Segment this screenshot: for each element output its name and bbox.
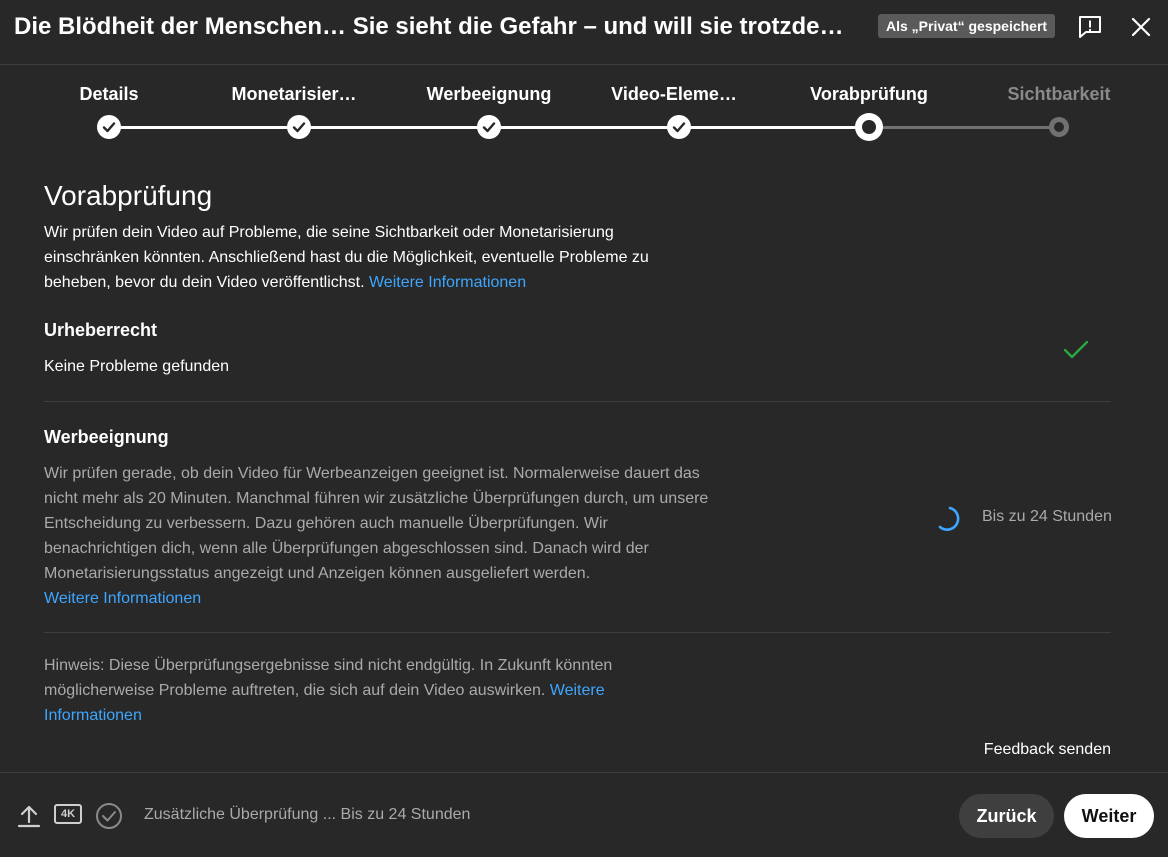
back-button[interactable]: Zurück: [959, 794, 1054, 838]
footer-status-text: Zusätzliche Überprüfung ... Bis zu 24 St…: [144, 806, 471, 823]
video-title: Die Blödheit der Menschen… Sie sieht die…: [14, 13, 864, 40]
note-text: Hinweis: Diese Überprüfungsergebnisse si…: [44, 653, 644, 728]
close-icon[interactable]: [1126, 12, 1156, 42]
ad-suitability-description: Wir prüfen gerade, ob dein Video für Wer…: [44, 465, 709, 582]
step-details-check-icon[interactable]: [97, 115, 121, 139]
dialog-header: Die Blödheit der Menschen… Sie sieht die…: [0, 0, 1168, 65]
ad-suitability-learn-more-link[interactable]: Weitere Informationen: [44, 590, 201, 607]
intro-learn-more-link[interactable]: Weitere Informationen: [369, 274, 526, 291]
copyright-title: Urheberrecht: [44, 320, 158, 340]
step-video-elements-check-icon[interactable]: [667, 115, 691, 139]
copyright-check-icon: [1062, 338, 1090, 367]
intro-text: Wir prüfen dein Video auf Probleme, die …: [44, 220, 684, 295]
upload-icon[interactable]: [16, 803, 42, 829]
saved-status-badge: Als „Privat“ gespeichert: [878, 14, 1056, 38]
copyright-status: Keine Probleme gefunden: [44, 358, 230, 375]
ad-suitability-status: Bis zu 24 Stunden: [982, 508, 1112, 525]
next-button[interactable]: Weiter: [1064, 794, 1154, 838]
step-checks-label[interactable]: Vorabprüfung: [810, 84, 928, 105]
step-details-label[interactable]: Details: [79, 84, 138, 105]
hd-quality-icon[interactable]: 4K: [54, 804, 82, 824]
intro-body: Wir prüfen dein Video auf Probleme, die …: [44, 224, 649, 291]
section-divider: [44, 401, 1111, 402]
dialog-footer: 4K Zusätzliche Überprüfung ... Bis zu 24…: [0, 772, 1168, 857]
ad-suitability-body: Wir prüfen gerade, ob dein Video für Wer…: [44, 461, 709, 611]
checks-status-icon[interactable]: [95, 802, 123, 830]
report-feedback-icon[interactable]: [1075, 12, 1105, 42]
upload-stepper: Details Monetarisier… Werbeeignung Video…: [0, 64, 1168, 164]
stepper-remaining-line: [869, 126, 1059, 129]
step-monetization-label[interactable]: Monetarisier…: [231, 84, 356, 105]
page-heading: Vorabprüfung: [44, 180, 213, 211]
send-feedback-link[interactable]: Feedback senden: [984, 741, 1111, 759]
step-visibility-label[interactable]: Sichtbarkeit: [1007, 84, 1110, 105]
step-monetization-check-icon[interactable]: [287, 115, 311, 139]
spinner-icon: [936, 505, 964, 538]
step-checks-current-icon[interactable]: [855, 113, 883, 141]
step-ad-suitability-label[interactable]: Werbeeignung: [427, 84, 552, 105]
ad-suitability-title: Werbeeignung: [44, 427, 169, 447]
step-visibility-pending-icon[interactable]: [1049, 117, 1069, 137]
step-ad-suitability-check-icon[interactable]: [477, 115, 501, 139]
note-body: Hinweis: Diese Überprüfungsergebnisse si…: [44, 657, 613, 699]
step-video-elements-label[interactable]: Video-Eleme…: [611, 84, 737, 105]
section-divider: [44, 632, 1111, 633]
